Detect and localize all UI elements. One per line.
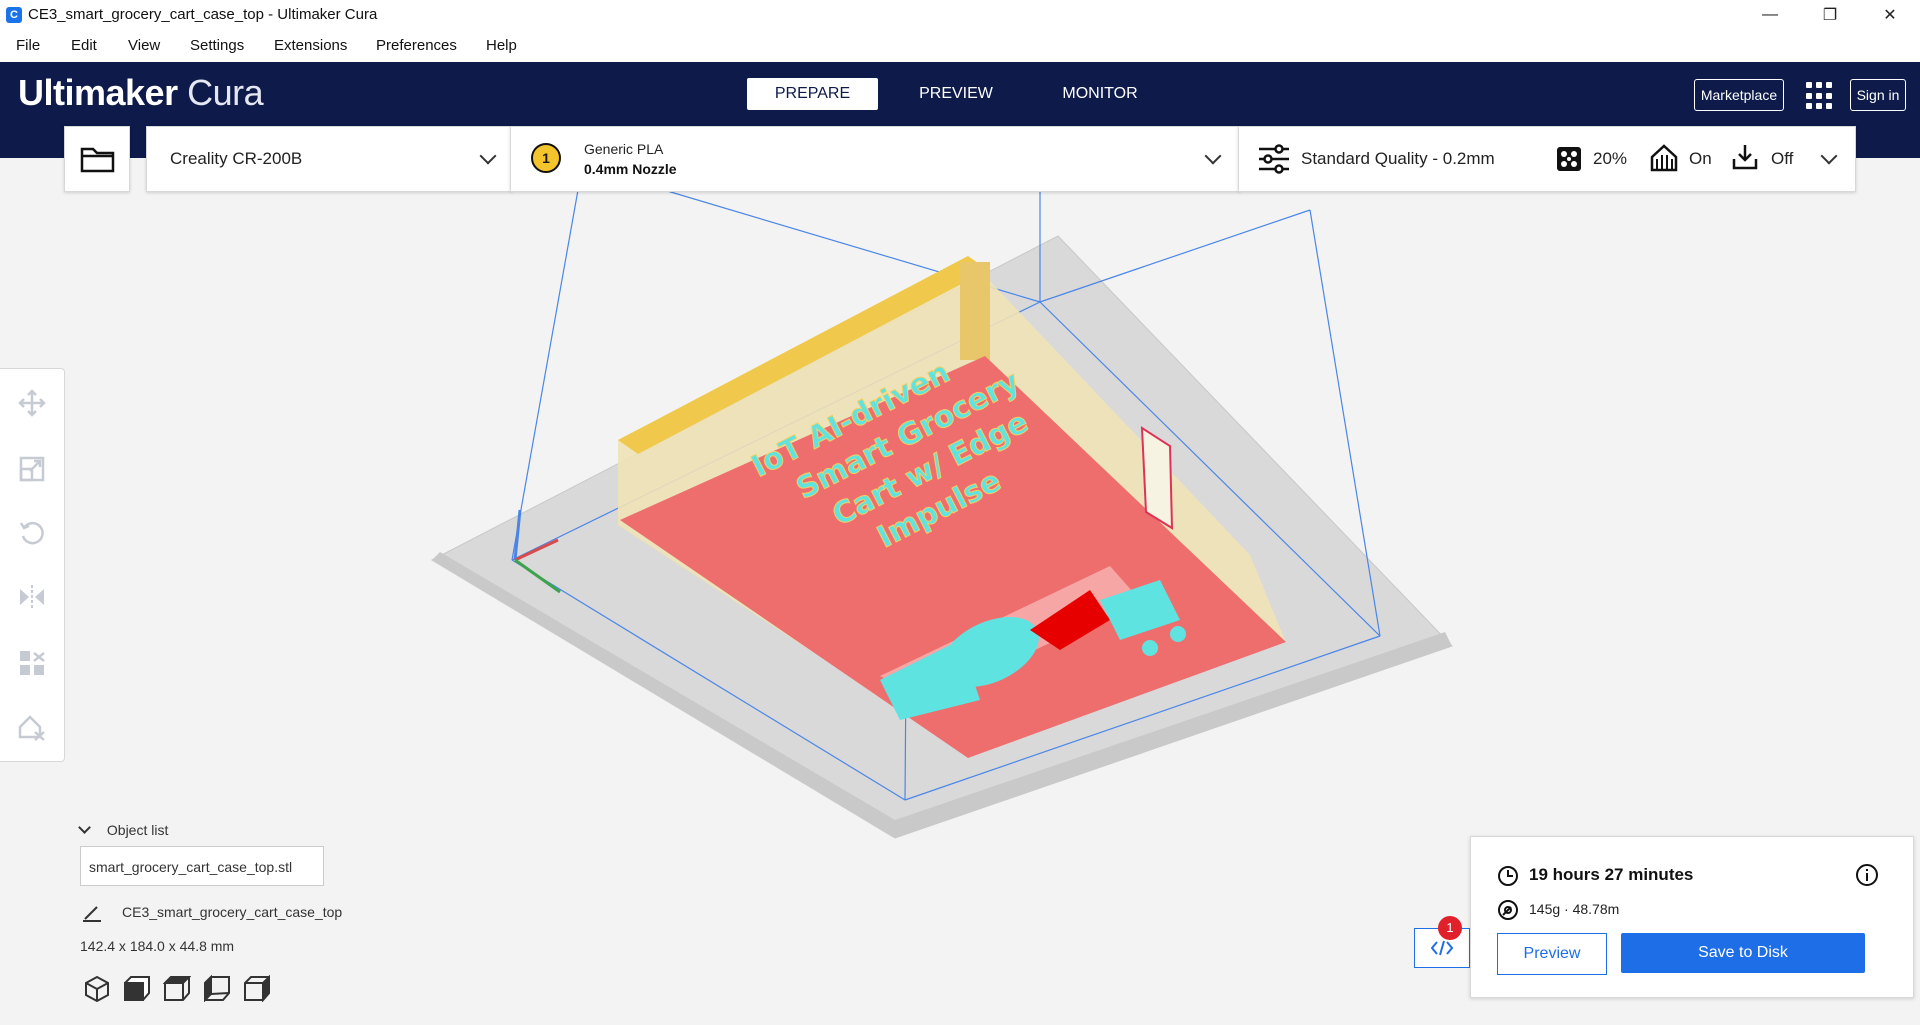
logo-brand: Ultimaker [18,72,178,113]
logo-product: Cura [187,72,264,113]
menu-file[interactable]: File [16,37,40,54]
chevron-down-icon [479,147,497,165]
restore-button[interactable]: ❐ [1800,0,1860,30]
move-icon [18,389,46,417]
sign-in-button[interactable]: Sign in [1850,79,1906,111]
move-tool-button[interactable] [16,387,48,419]
chevron-down-icon [1204,147,1222,165]
minimize-button[interactable]: — [1740,0,1800,30]
quality-profile: Standard Quality - 0.2mm [1301,149,1495,168]
mirror-icon [20,585,44,609]
printer-name: Creality CR-200B [170,149,303,168]
notification-badge: 1 [1438,916,1462,940]
tool-panel [0,368,65,762]
apps-grid-icon[interactable] [1806,82,1834,110]
rotate-icon [19,521,44,545]
marketplace-button[interactable]: Marketplace [1694,79,1784,111]
per-model-settings-button[interactable] [16,647,48,679]
per-model-settings-icon [20,651,45,675]
scale-icon [19,456,45,482]
info-icon[interactable] [1855,863,1879,887]
menu-help[interactable]: Help [486,37,517,54]
infill-value: 20% [1593,149,1628,168]
rotate-tool-button[interactable] [16,517,48,549]
menu-settings[interactable]: Settings [190,37,244,54]
menu-edit[interactable]: Edit [71,37,97,54]
adhesion-value: Off [1771,149,1794,168]
save-to-disk-button[interactable]: Save to Disk [1621,933,1865,973]
open-file-button[interactable] [64,126,130,192]
app-logo: Ultimaker Cura [18,72,264,114]
print-settings-selector[interactable]: Standard Quality - 0.2mm 20% On Off [1238,126,1856,192]
chevron-down-icon [1820,147,1838,165]
tab-preview[interactable]: PREVIEW [892,78,1020,110]
material-selector[interactable]: 1 Generic PLA 0.4mm Nozzle [510,126,1240,192]
window-title: CE3_smart_grocery_cart_case_top - Ultima… [28,6,378,23]
print-time: 19 hours 27 minutes [1529,865,1694,884]
tab-monitor[interactable]: MONITOR [1036,78,1164,110]
material-usage: 145g · 48.78m [1529,901,1620,917]
chevron-down-icon [78,821,91,834]
model-corner [960,262,990,360]
menu-view[interactable]: View [128,37,160,54]
scale-tool-button[interactable] [16,453,48,485]
adhesion-icon [1732,145,1758,170]
preview-button[interactable]: Preview [1497,933,1607,975]
view-3d-icon[interactable] [83,974,111,1002]
object-dimensions: 142.4 x 184.0 x 44.8 mm [80,938,235,954]
pencil-icon[interactable] [82,902,102,922]
object-name: CE3_smart_grocery_cart_case_top [122,904,343,920]
infill-icon [1557,147,1581,171]
code-icon [1431,940,1453,956]
clock-icon [1498,866,1518,886]
object-list-toggle[interactable]: Object list [78,821,169,838]
material-name: Generic PLA [584,141,664,157]
printer-selector[interactable]: Creality CR-200B [146,126,512,192]
object-list-label: Object list [106,822,169,838]
tab-prepare[interactable]: PREPARE [747,78,878,110]
view-left-icon[interactable] [203,974,231,1002]
menu-extensions[interactable]: Extensions [274,37,347,54]
support-blocker-button[interactable] [16,711,48,743]
view-front-icon[interactable] [123,974,151,1002]
title-bar: C CE3_smart_grocery_cart_case_top - Ulti… [0,0,1920,30]
print-summary-panel: 19 hours 27 minutes 145g · 48.78m Previe… [1470,836,1914,998]
spool-icon [1498,900,1518,920]
support-blocker-icon [18,715,45,741]
mirror-tool-button[interactable] [16,581,48,613]
view-top-icon[interactable] [163,974,191,1002]
nozzle-size: 0.4mm Nozzle [584,161,677,177]
menu-preferences[interactable]: Preferences [376,37,457,54]
close-button[interactable]: ✕ [1860,0,1920,30]
menu-bar: File Edit View Settings Extensions Prefe… [0,30,1920,63]
extruder-icon: 1 [531,143,561,173]
support-value: On [1689,149,1712,168]
sliders-icon [1259,144,1289,174]
folder-icon [80,147,115,173]
object-list-item[interactable]: smart_grocery_cart_case_top.stl [80,846,324,886]
support-icon [1650,144,1678,172]
view-right-icon[interactable] [243,974,271,1002]
cura-app-icon: C [6,7,22,23]
